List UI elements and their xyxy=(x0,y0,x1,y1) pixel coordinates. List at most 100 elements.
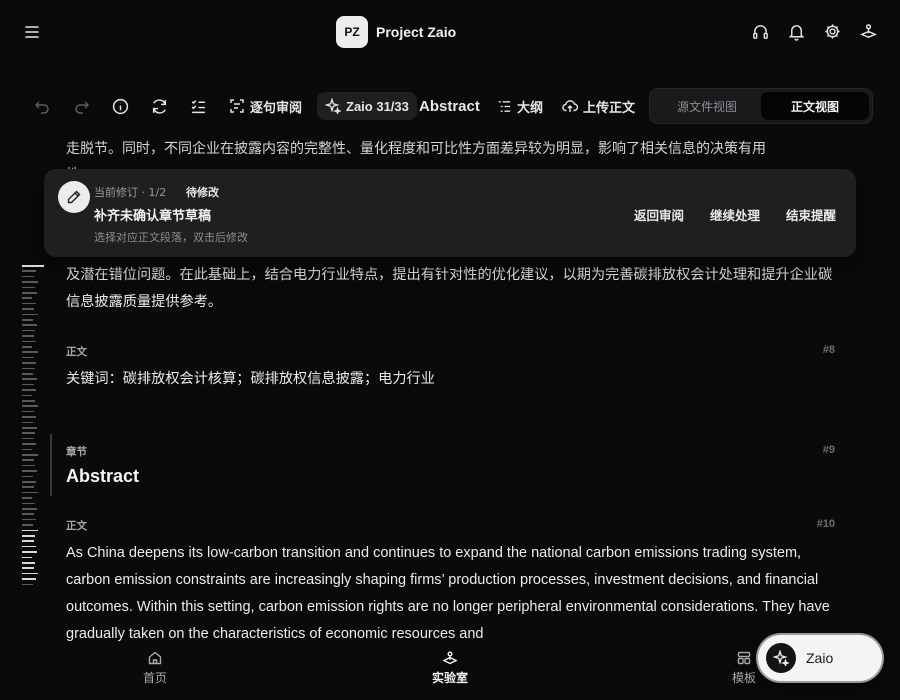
nav-templates-label: 模板 xyxy=(731,671,756,685)
continue-button[interactable]: 继续处理 xyxy=(710,205,760,224)
pencil-icon xyxy=(58,181,90,213)
minimap-line xyxy=(22,513,34,515)
minimap-line xyxy=(22,378,37,380)
source-view-tab[interactable]: 源文件视图 xyxy=(653,92,761,120)
minimap-line xyxy=(22,475,33,478)
section-heading[interactable]: Abstract xyxy=(66,466,139,487)
minimap-line xyxy=(22,437,34,440)
minimap-line xyxy=(22,286,35,289)
block-number: #10 xyxy=(816,518,835,530)
minimap-line xyxy=(22,567,34,569)
block-number: #9 xyxy=(822,444,835,456)
minimap-line xyxy=(22,302,36,305)
outline-button[interactable]: 大纲 xyxy=(497,93,543,119)
zaio-counter-button[interactable]: Zaio 31/33 xyxy=(317,92,417,120)
zaio-fab-label: Zaio xyxy=(806,650,834,666)
outline-icon xyxy=(498,100,511,112)
upload-icon xyxy=(562,100,578,112)
minimap-line xyxy=(22,529,38,532)
minimap-line xyxy=(22,464,35,467)
minimap-line xyxy=(22,373,33,375)
minimap-line xyxy=(22,427,37,429)
minimap-line xyxy=(22,551,37,553)
nav-home[interactable]: 首页 xyxy=(115,650,195,686)
checklist-icon[interactable] xyxy=(190,93,207,119)
paragraph-7[interactable]: 及潜在错位问题。在此基础上，结合电力行业特点，提出有针对性的优化建议，以期为完善… xyxy=(66,262,836,316)
minimap-line xyxy=(22,405,38,407)
minimap-line xyxy=(22,454,38,456)
zaio-assistant-button[interactable]: Zaio xyxy=(758,635,882,681)
template-icon xyxy=(737,651,751,665)
nav-home-label: 首页 xyxy=(142,671,167,685)
minimap-line xyxy=(22,421,33,424)
minimap-line xyxy=(22,524,33,526)
minimap-line xyxy=(22,486,34,488)
minimap-line xyxy=(22,540,34,542)
minimap-line xyxy=(22,356,34,359)
minimap-line xyxy=(22,281,38,283)
minimap-line xyxy=(22,367,35,370)
headphones-icon[interactable] xyxy=(751,22,770,41)
minimap-line xyxy=(22,340,36,343)
top-icons xyxy=(751,22,878,41)
gear-icon[interactable] xyxy=(823,22,842,41)
revision-hint: 选择对应正文段落，双击后修改 xyxy=(94,231,248,244)
minimap-line xyxy=(22,351,38,353)
minimap-line xyxy=(22,583,33,586)
block-type-label: 正文 xyxy=(66,520,87,532)
keywords-paragraph[interactable]: 关键词：碳排放权会计核算；碳排放权信息披露；电力行业 xyxy=(66,366,836,393)
minimap-line xyxy=(22,362,36,364)
menu-icon[interactable] xyxy=(22,22,42,42)
minimap-line xyxy=(22,491,38,494)
minimap-line xyxy=(22,335,34,337)
minimap-line xyxy=(22,572,38,575)
minimap-line xyxy=(22,578,36,580)
project-switcher[interactable]: PZ Project Zaio xyxy=(336,16,456,48)
nav-lab-label: 实验室 xyxy=(431,671,468,685)
paragraph-10[interactable]: As China deepens its low-carbon transiti… xyxy=(66,540,836,644)
sentence-review-button[interactable]: 逐句审阅 xyxy=(229,93,302,119)
scan-icon xyxy=(230,99,244,113)
block-type-label: 正文 xyxy=(66,346,87,358)
bell-icon[interactable] xyxy=(787,22,806,41)
refresh-icon[interactable] xyxy=(151,93,168,119)
minimap-line xyxy=(22,545,36,548)
document-minimap[interactable] xyxy=(22,265,48,595)
redo-icon[interactable] xyxy=(74,93,90,119)
revision-banner: 当前修订 · 1/2 待修改 补齐未确认章节草稿 选择对应正文段落，双击后修改 … xyxy=(44,169,856,257)
minimap-line xyxy=(22,346,32,348)
revision-title: 补齐未确认章节草稿 xyxy=(94,209,212,224)
minimap-line xyxy=(22,297,32,299)
body-view-tab[interactable]: 正文视图 xyxy=(761,92,869,120)
view-toggle: 源文件视图 正文视图 xyxy=(649,88,873,124)
minimap-line xyxy=(22,410,34,413)
minimap-line xyxy=(22,400,35,402)
minimap-line xyxy=(22,416,36,418)
joystick-icon[interactable] xyxy=(859,22,878,41)
paragraph-partial[interactable]: 走脱节。同时，不同企业在披露内容的完整性、量化程度和可比性方面差异较为明显，影响… xyxy=(66,138,766,158)
revision-status: 待修改 xyxy=(186,186,219,199)
undo-icon[interactable] xyxy=(34,93,50,119)
nav-lab[interactable]: 实验室 xyxy=(410,650,490,686)
upload-body-label: 上传正文 xyxy=(583,100,636,116)
upload-body-button[interactable]: 上传正文 xyxy=(562,93,635,119)
joystick-icon xyxy=(442,651,458,665)
minimap-line xyxy=(22,329,35,332)
home-icon xyxy=(148,651,162,665)
minimap-line xyxy=(22,313,38,316)
minimap-line xyxy=(22,432,35,434)
minimap-line xyxy=(22,508,37,510)
minimap-line xyxy=(22,383,34,386)
end-reminder-button[interactable]: 结束提醒 xyxy=(786,205,836,224)
info-icon[interactable] xyxy=(112,93,129,119)
block-number: #8 xyxy=(822,344,835,356)
back-to-review-button[interactable]: 返回审阅 xyxy=(634,205,684,224)
minimap-line xyxy=(22,448,32,451)
minimap-line xyxy=(22,502,35,505)
revision-actions: 返回审阅 继续处理 结束提醒 xyxy=(634,205,836,224)
minimap-line xyxy=(22,308,34,310)
minimap-line xyxy=(22,535,35,537)
project-name: Project Zaio xyxy=(376,24,457,40)
outline-label: 大纲 xyxy=(517,100,544,116)
sentence-review-label: 逐句审阅 xyxy=(250,100,303,116)
